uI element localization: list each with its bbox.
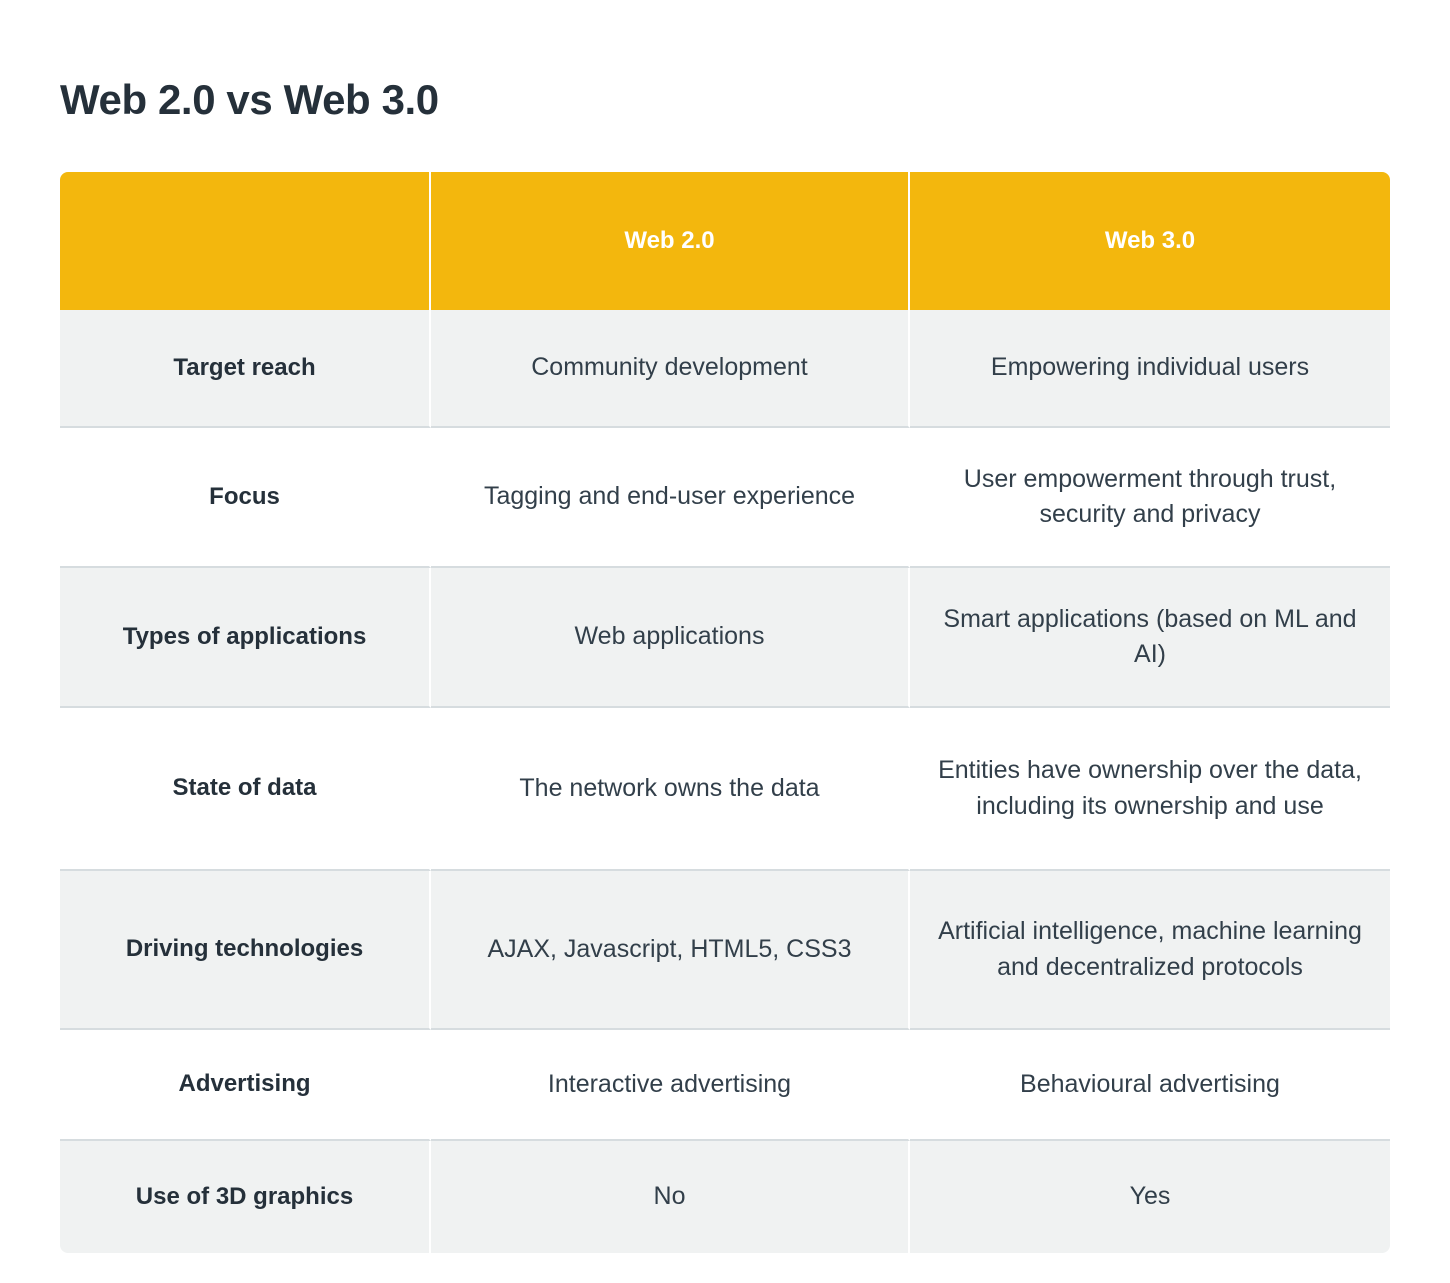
row-label-types-of-applications: Types of applications — [60, 568, 431, 708]
cell-web30-focus: User empowerment through trust, security… — [910, 428, 1390, 568]
cell-web30-advertising: Behavioural advertising — [910, 1030, 1390, 1141]
cell-web20-advertising: Interactive advertising — [431, 1030, 910, 1141]
table-row: Target reach Community development Empow… — [60, 310, 1390, 428]
row-label-focus: Focus — [60, 428, 431, 568]
cell-web30-target-reach: Empowering individual users — [910, 310, 1390, 428]
row-label-advertising: Advertising — [60, 1030, 431, 1141]
table-header-row: Web 2.0 Web 3.0 — [60, 172, 1390, 310]
comparison-table-page: Web 2.0 vs Web 3.0 Web 2.0 Web 3.0 Targe… — [0, 0, 1450, 1283]
cell-web20-target-reach: Community development — [431, 310, 910, 428]
cell-web30-use-of-3d-graphics: Yes — [910, 1141, 1390, 1253]
cell-web30-driving-technologies: Artificial intelligence, machine learnin… — [910, 871, 1390, 1030]
cell-web20-use-of-3d-graphics: No — [431, 1141, 910, 1253]
table-row: Driving technologies AJAX, Javascript, H… — [60, 871, 1390, 1030]
cell-web30-types-of-applications: Smart applications (based on ML and AI) — [910, 568, 1390, 708]
table-row: State of data The network owns the data … — [60, 708, 1390, 871]
column-header-web30: Web 3.0 — [910, 172, 1390, 310]
column-header-criteria — [60, 172, 431, 310]
cell-web20-types-of-applications: Web applications — [431, 568, 910, 708]
table-row: Types of applications Web applications S… — [60, 568, 1390, 708]
table-row: Focus Tagging and end-user experience Us… — [60, 428, 1390, 568]
table-row: Use of 3D graphics No Yes — [60, 1141, 1390, 1253]
cell-web20-focus: Tagging and end-user experience — [431, 428, 910, 568]
cell-web20-state-of-data: The network owns the data — [431, 708, 910, 871]
cell-web30-state-of-data: Entities have ownership over the data, i… — [910, 708, 1390, 871]
row-label-state-of-data: State of data — [60, 708, 431, 871]
row-label-use-of-3d-graphics: Use of 3D graphics — [60, 1141, 431, 1253]
table-row: Advertising Interactive advertising Beha… — [60, 1030, 1390, 1141]
column-header-web20: Web 2.0 — [431, 172, 910, 310]
cell-web20-driving-technologies: AJAX, Javascript, HTML5, CSS3 — [431, 871, 910, 1030]
table-header: Web 2.0 Web 3.0 — [60, 172, 1390, 310]
row-label-target-reach: Target reach — [60, 310, 431, 428]
page-title: Web 2.0 vs Web 3.0 — [60, 76, 439, 124]
web2-vs-web3-table: Web 2.0 Web 3.0 Target reach Community d… — [60, 172, 1390, 1253]
comparison-table-container: Web 2.0 Web 3.0 Target reach Community d… — [60, 172, 1390, 1253]
table-body: Target reach Community development Empow… — [60, 310, 1390, 1253]
row-label-driving-technologies: Driving technologies — [60, 871, 431, 1030]
